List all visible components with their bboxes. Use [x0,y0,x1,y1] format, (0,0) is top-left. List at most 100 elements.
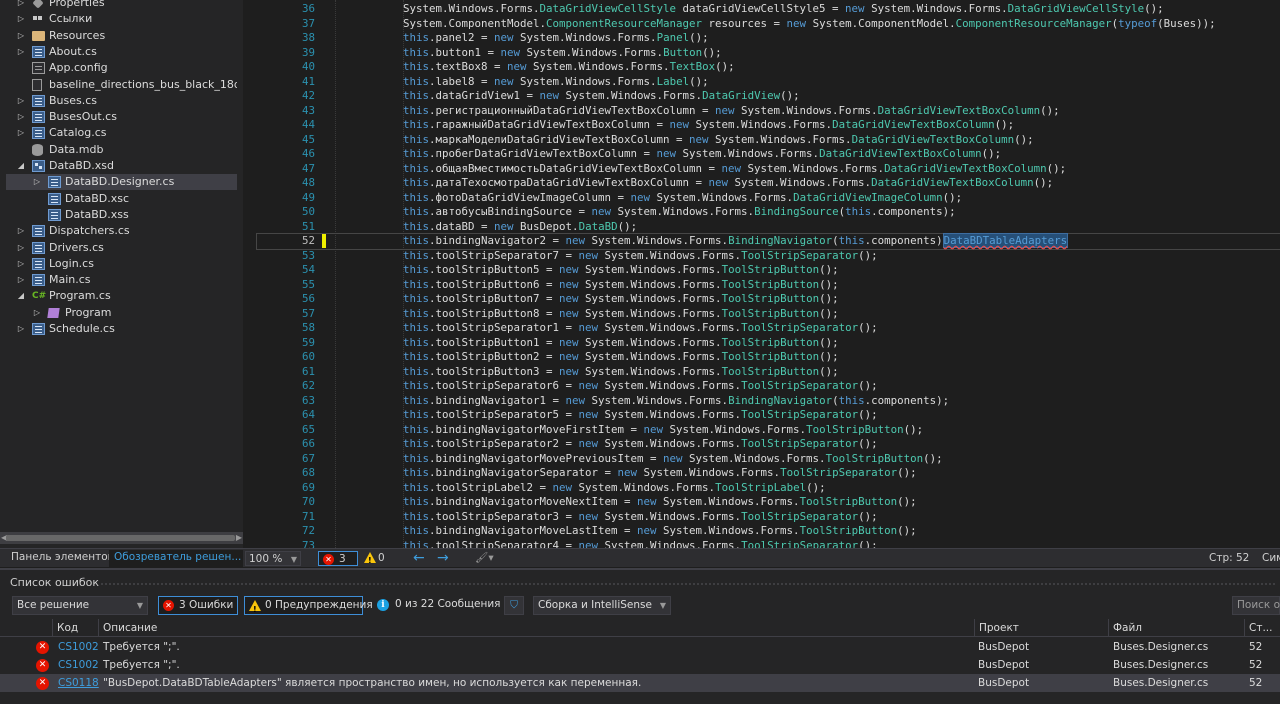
panel-grip[interactable] [100,582,1276,586]
code-line[interactable]: 59 this.toolStripButton1 = new System.Win… [257,336,1280,351]
tree-item[interactable]: ▷ Dispatchers.cs [6,223,237,239]
error-row[interactable]: ✕ CS1002 Требуется ";". BusDepot Buses.Desig… [0,638,1280,656]
tree-item[interactable]: ▷ Login.cs [6,256,237,272]
tree-item[interactable]: ▷ Ссылки [6,11,237,27]
warning-count-indicator[interactable]: ! 0 [364,551,385,566]
code-line[interactable]: 60 this.toolStripButton2 = new System.Win… [257,350,1280,365]
tree-item[interactable]: ▷ Buses.cs [6,93,237,109]
collapsed-arrow-icon[interactable]: ▷ [16,223,26,239]
collapsed-arrow-icon[interactable]: ▷ [16,125,26,141]
code-line[interactable]: 55 this.toolStripButton6 = new System.Win… [257,278,1280,293]
code-line[interactable]: 43 this.регистрационныйDataGridViewTextBo… [257,104,1280,119]
tab-solution-explorer[interactable]: Обозреватель решен... [109,550,247,567]
collapsed-arrow-icon[interactable]: ▷ [16,321,26,337]
expanded-arrow-icon[interactable]: ◢ [16,288,26,304]
explorer-horizontal-scrollbar[interactable]: ◀ ▶ [0,532,243,544]
code-line[interactable]: 49 this.фотоDataGridViewImageColumn = new… [257,191,1280,206]
code-line[interactable]: 39 this.button1 = new System.Windows.Form… [257,46,1280,61]
collapsed-arrow-icon[interactable]: ▷ [16,272,26,288]
filter-icon[interactable]: ⛉ [504,596,524,615]
code-line[interactable]: 62 this.toolStripSeparator6 = new System.… [257,379,1280,394]
code-line[interactable]: 37 System.ComponentModel.ComponentResourc… [257,17,1280,32]
code-line[interactable]: 73 this.toolStripSeparator4 = new System.… [257,539,1280,549]
code-line[interactable]: 50 this.автобусыBindingSource = new Syste… [257,205,1280,220]
tree-item[interactable]: ▷ Drivers.cs [6,240,237,256]
tree-item[interactable]: ▷ About.cs [6,44,237,60]
code-line[interactable]: 65 this.bindingNavigatorMoveFirstItem = n… [257,423,1280,438]
warnings-filter-toggle[interactable]: ! 0 Предупреждения [244,596,373,615]
code-line[interactable]: 42 this.dataGridView1 = new System.Window… [257,89,1280,104]
tab-toolbox[interactable]: Панель элементов [6,550,119,567]
code-line[interactable]: 57 this.toolStripButton8 = new System.Win… [257,307,1280,322]
zoom-dropdown[interactable]: 100 % ▼ [245,551,301,566]
code-line[interactable]: 47 this.общаяВместимостьDataGridViewTextB… [257,162,1280,177]
tree-item[interactable]: DataBD.xsc [6,191,237,207]
tree-item[interactable]: DataBD.xss [6,207,237,223]
code-line[interactable]: 64 this.toolStripSeparator5 = new System.… [257,408,1280,423]
code-line[interactable]: 51 this.dataBD = new BusDepot.DataBD(); [257,220,1280,235]
error-count-indicator[interactable]: ✕ 3 [318,551,358,566]
error-code-link[interactable]: CS0118 [58,674,99,692]
code-line[interactable]: 66 this.toolStripSeparator2 = new System.… [257,437,1280,452]
code-line[interactable]: 70 this.bindingNavigatorMoveNextItem = ne… [257,495,1280,510]
error-search-input[interactable]: Поиск о [1232,596,1280,615]
column-header-line[interactable]: Ст... [1244,619,1280,637]
code-line[interactable]: 44 this.гаражныйDataGridViewTextBoxColumn… [257,118,1280,133]
tree-item[interactable]: Data.mdb [6,142,237,158]
column-header-description[interactable]: Описание [98,619,974,637]
code-line[interactable]: 61 this.toolStripButton3 = new System.Win… [257,365,1280,380]
collapsed-arrow-icon[interactable]: ▷ [16,11,26,27]
code-editor[interactable]: 36 System.Windows.Forms.DataGridViewCellS… [245,0,1280,548]
tree-item[interactable]: ▷ Schedule.cs [6,321,237,337]
scope-dropdown[interactable]: Все решение ▼ [12,596,148,615]
code-line[interactable]: 69 this.toolStripLabel2 = new System.Wind… [257,481,1280,496]
collapsed-arrow-icon[interactable]: ▷ [32,174,42,190]
tree-item[interactable]: ▷ BusesOut.cs [6,109,237,125]
code-line[interactable]: 40 this.textBox8 = new System.Windows.For… [257,60,1280,75]
tree-item[interactable]: App.config [6,60,237,76]
code-line[interactable]: 67 this.bindingNavigatorMovePreviousItem … [257,452,1280,467]
tree-item[interactable]: ▷ Catalog.cs [6,125,237,141]
collapsed-arrow-icon[interactable]: ▷ [16,240,26,256]
collapsed-arrow-icon[interactable]: ▷ [16,28,26,44]
column-header-code[interactable]: Код [52,619,98,637]
build-source-dropdown[interactable]: Сборка и IntelliSense ▼ [533,596,671,615]
code-line[interactable]: 38 this.panel2 = new System.Windows.Forms… [257,31,1280,46]
code-line[interactable]: 52 this.bindingNavigator2 = new System.Wi… [256,233,1280,250]
code-line[interactable]: 54 this.toolStripButton5 = new System.Win… [257,263,1280,278]
code-cleanup-icon[interactable]: 🖌▾ [475,551,494,566]
scroll-right-icon[interactable]: ▶ [236,532,242,544]
error-row[interactable]: ✕ CS0118 "BusDepot.DataBDTableAdapters" яв… [0,674,1280,692]
tree-item[interactable]: baseline_directions_bus_black_18dp [6,77,237,93]
collapsed-arrow-icon[interactable]: ▷ [16,93,26,109]
tree-item[interactable]: ▷ Properties [6,0,237,11]
code-line[interactable]: 56 this.toolStripButton7 = new System.Win… [257,292,1280,307]
tree-item[interactable]: ▷ DataBD.Designer.cs [6,174,237,191]
code-line[interactable]: 68 this.bindingNavigatorSeparator = new S… [257,466,1280,481]
code-line[interactable]: 58 this.toolStripSeparator1 = new System.… [257,321,1280,336]
scrollbar-thumb[interactable] [6,535,235,541]
error-code-link[interactable]: CS1002 [58,656,99,674]
code-line[interactable]: 46 this.пробегDataGridViewTextBoxColumn =… [257,147,1280,162]
code-line[interactable]: 45 this.маркаМоделиDataGridViewTextBoxCol… [257,133,1280,148]
collapsed-arrow-icon[interactable]: ▷ [16,109,26,125]
tree-item[interactable]: ◢ C# Program.cs [6,288,237,304]
tree-item[interactable]: ▷ Program [6,305,237,321]
collapsed-arrow-icon[interactable]: ▷ [32,305,42,321]
tree-item[interactable]: ▷ Main.cs [6,272,237,288]
error-row[interactable]: ✕ CS1002 Требуется ";". BusDepot Buses.Desig… [0,656,1280,674]
messages-filter-toggle[interactable]: i 0 из 22 Сообщения [375,596,500,615]
expanded-arrow-icon[interactable]: ◢ [16,158,26,174]
code-line[interactable]: 36 System.Windows.Forms.DataGridViewCellS… [257,2,1280,17]
tree-item[interactable]: ▷ Resources [6,28,237,44]
column-header-project[interactable]: Проект [974,619,1108,637]
code-line[interactable]: 63 this.bindingNavigator1 = new System.Wi… [257,394,1280,409]
code-line[interactable]: 72 this.bindingNavigatorMoveLastItem = ne… [257,524,1280,539]
next-issue-icon[interactable]: → [437,551,449,566]
collapsed-arrow-icon[interactable]: ▷ [16,0,26,11]
code-line[interactable]: 41 this.label8 = new System.Windows.Forms… [257,75,1280,90]
code-line[interactable]: 71 this.toolStripSeparator3 = new System.… [257,510,1280,525]
previous-issue-icon[interactable]: ← [413,551,425,566]
error-code-link[interactable]: CS1002 [58,638,99,656]
collapsed-arrow-icon[interactable]: ▷ [16,44,26,60]
